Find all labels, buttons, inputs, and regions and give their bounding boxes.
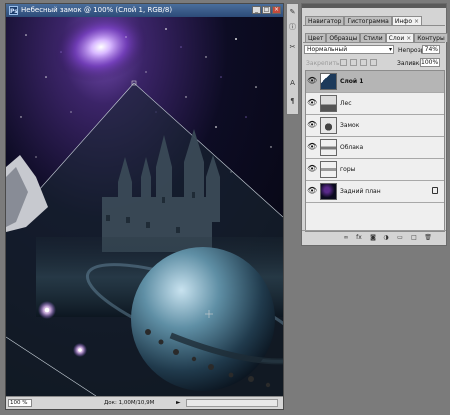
lock-pixels-icon[interactable] — [350, 59, 357, 66]
brush-icon[interactable]: ✂ — [288, 42, 297, 52]
tab-layers[interactable]: Слои × — [385, 33, 415, 42]
lock-transparency-icon[interactable] — [340, 59, 347, 66]
zoom-field[interactable]: 100 % — [8, 399, 32, 407]
lock-position-icon[interactable] — [360, 59, 367, 66]
layer-row[interactable]: 👁 горы — [306, 159, 444, 181]
folder-icon[interactable]: ▭ — [396, 234, 404, 242]
document-title: Небесный замок @ 100% (Слой 1, RGB/8) — [21, 6, 173, 14]
paragraph-icon[interactable]: ¶ — [288, 96, 297, 106]
layer-row[interactable]: 👁 Задний план — [306, 181, 444, 203]
trash-icon[interactable]: 🗑 — [424, 234, 432, 242]
tab-info-label: Инфо — [394, 18, 413, 25]
fx-icon[interactable]: fx — [355, 234, 363, 242]
document-window: Ps Небесный замок @ 100% (Слой 1, RGB/8)… — [5, 3, 284, 410]
mask-icon[interactable]: ◙ — [369, 234, 377, 242]
photoshop-icon: Ps — [9, 6, 18, 15]
close-icon[interactable]: × — [272, 6, 281, 14]
layer-name[interactable]: Замок — [340, 122, 359, 129]
layer-name[interactable]: Слой 1 — [340, 78, 363, 85]
image-canvas[interactable] — [6, 17, 283, 396]
layers-panel-footer: ∞ fx ◙ ◑ ▭ □ 🗑 — [302, 230, 446, 245]
layer-thumbnail — [320, 183, 337, 200]
layer-row[interactable]: 👁 Лес — [306, 93, 444, 115]
lock-icon — [432, 187, 438, 194]
info-icon[interactable]: ⓘ — [288, 22, 297, 32]
maximize-icon[interactable]: □ — [262, 6, 271, 14]
status-menu-arrow-icon[interactable]: ► — [176, 399, 184, 407]
layer-name[interactable]: Облака — [340, 144, 363, 151]
layer-name[interactable]: Задний план — [340, 188, 381, 195]
layer-row[interactable]: 👁 Облака — [306, 137, 444, 159]
lock-all-icon[interactable] — [370, 59, 377, 66]
layer-thumbnail — [320, 95, 337, 112]
blend-mode-value: Нормальный — [307, 46, 348, 53]
adjustment-icon[interactable]: ◑ — [382, 234, 390, 242]
document-title-bar[interactable]: Ps Небесный замок @ 100% (Слой 1, RGB/8)… — [6, 4, 283, 17]
link-icon[interactable]: ∞ — [342, 234, 350, 242]
minimize-icon[interactable]: _ — [252, 6, 261, 14]
horizontal-scrollbar[interactable] — [186, 399, 278, 407]
new-layer-icon[interactable]: □ — [410, 234, 418, 242]
artwork — [6, 17, 283, 396]
top-panel-tabs: Навигатор Гистограмма Инфо × — [305, 16, 423, 25]
lock-label: Закрепить: — [306, 60, 342, 67]
fill-field[interactable]: 100% — [420, 58, 440, 67]
text-icon[interactable]: A — [288, 78, 297, 88]
layer-thumbnail — [320, 73, 337, 90]
layer-row[interactable]: 👁 Замок — [306, 115, 444, 137]
layer-thumbnail — [320, 139, 337, 156]
tab-histogram[interactable]: Гистограмма — [344, 16, 392, 25]
layers-list: 👁 Слой 1 👁 Лес 👁 Замок 👁 Облака 👁 горы 👁 — [305, 70, 445, 232]
layer-name[interactable]: Лес — [340, 100, 352, 107]
tab-color[interactable]: Цвет — [305, 33, 327, 42]
close-icon[interactable]: × — [414, 18, 419, 25]
tab-navigator[interactable]: Навигатор — [305, 16, 345, 25]
panel-grip[interactable] — [302, 4, 446, 8]
opacity-field[interactable]: 74% — [422, 45, 440, 54]
panel-icon-strip: ✎ ⓘ ✂ A ¶ — [286, 3, 299, 115]
tab-paths[interactable]: Контуры — [414, 33, 448, 42]
eye-icon[interactable]: 👁 — [307, 142, 317, 152]
eye-icon[interactable]: 👁 — [307, 76, 317, 86]
panels-dock: Навигатор Гистограмма Инфо × Цвет Образцы… — [301, 3, 448, 246]
layer-panel-tabs: Цвет Образцы Стили Слои × Контуры — [305, 33, 448, 42]
layer-row[interactable]: 👁 Слой 1 — [306, 71, 444, 93]
eye-icon[interactable]: 👁 — [307, 120, 317, 130]
status-bar: 100 % Док: 1,00M/10,9M ► — [6, 396, 283, 409]
layer-thumbnail — [320, 117, 337, 134]
tab-layers-label: Слои — [388, 35, 405, 42]
eye-icon[interactable]: 👁 — [307, 98, 317, 108]
tab-styles[interactable]: Стили — [360, 33, 386, 42]
close-icon[interactable]: × — [406, 35, 411, 42]
eyedropper-icon[interactable]: ✎ — [288, 7, 297, 17]
eye-icon[interactable]: 👁 — [307, 164, 317, 174]
tab-divider — [303, 25, 445, 26]
layer-thumbnail — [320, 161, 337, 178]
tab-swatches[interactable]: Образцы — [326, 33, 361, 42]
document-size-info[interactable]: Док: 1,00M/10,9M — [104, 399, 154, 407]
tab-divider — [303, 42, 445, 43]
tab-info[interactable]: Инфо × — [391, 16, 423, 25]
chevron-down-icon: ▾ — [388, 46, 392, 53]
eye-icon[interactable]: 👁 — [307, 186, 317, 196]
blend-mode-select[interactable]: Нормальный ▾ — [304, 45, 394, 54]
layer-name[interactable]: горы — [340, 166, 355, 173]
